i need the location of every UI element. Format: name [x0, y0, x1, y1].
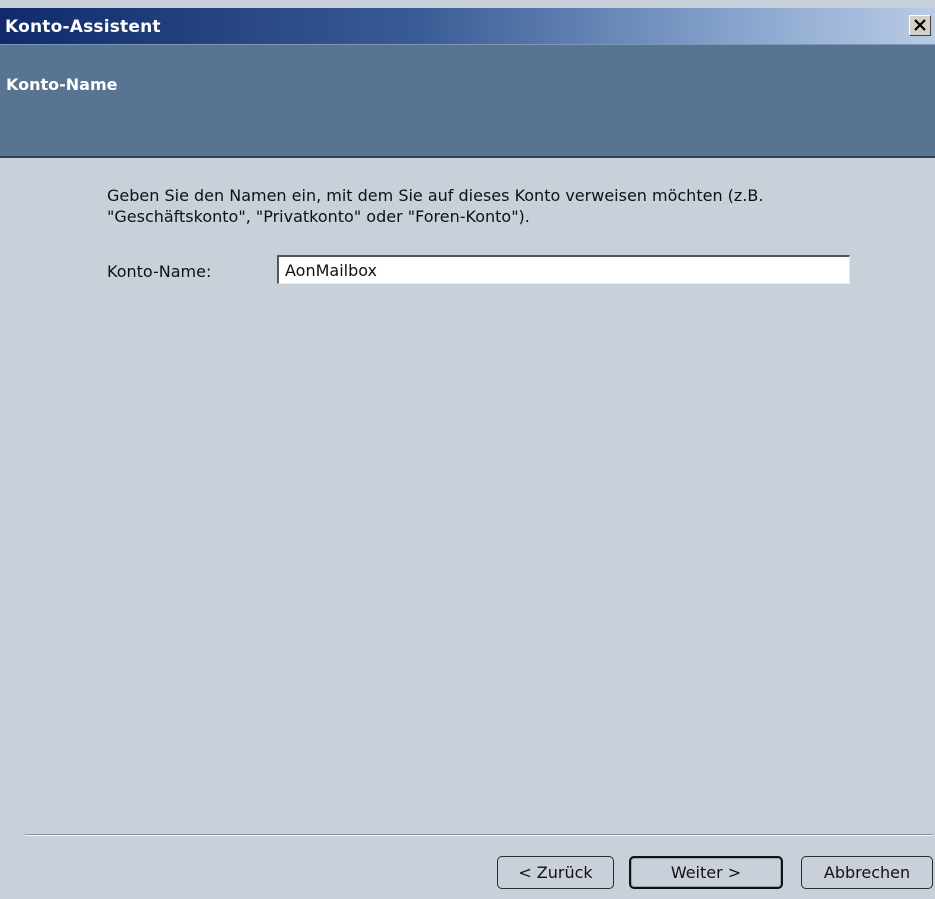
- close-icon: [914, 16, 926, 35]
- back-button[interactable]: < Zurück: [497, 856, 614, 889]
- cancel-button[interactable]: Abbrechen: [801, 856, 933, 889]
- account-name-label: Konto-Name:: [107, 262, 212, 281]
- page-title: Konto-Name: [6, 75, 118, 94]
- close-button[interactable]: [909, 15, 931, 36]
- wizard-header: Konto-Name: [0, 44, 935, 158]
- account-wizard-dialog: Konto-Assistent Konto-Name Geben Sie den…: [0, 0, 935, 899]
- next-button[interactable]: Weiter >: [629, 856, 783, 889]
- account-name-input[interactable]: [277, 255, 850, 284]
- title-bar[interactable]: Konto-Assistent: [0, 8, 935, 44]
- footer-separator: [25, 834, 933, 836]
- wizard-content: Geben Sie den Namen ein, mit dem Sie auf…: [0, 158, 935, 834]
- instructions-text: Geben Sie den Namen ein, mit dem Sie auf…: [107, 186, 764, 226]
- window-title: Konto-Assistent: [5, 17, 161, 37]
